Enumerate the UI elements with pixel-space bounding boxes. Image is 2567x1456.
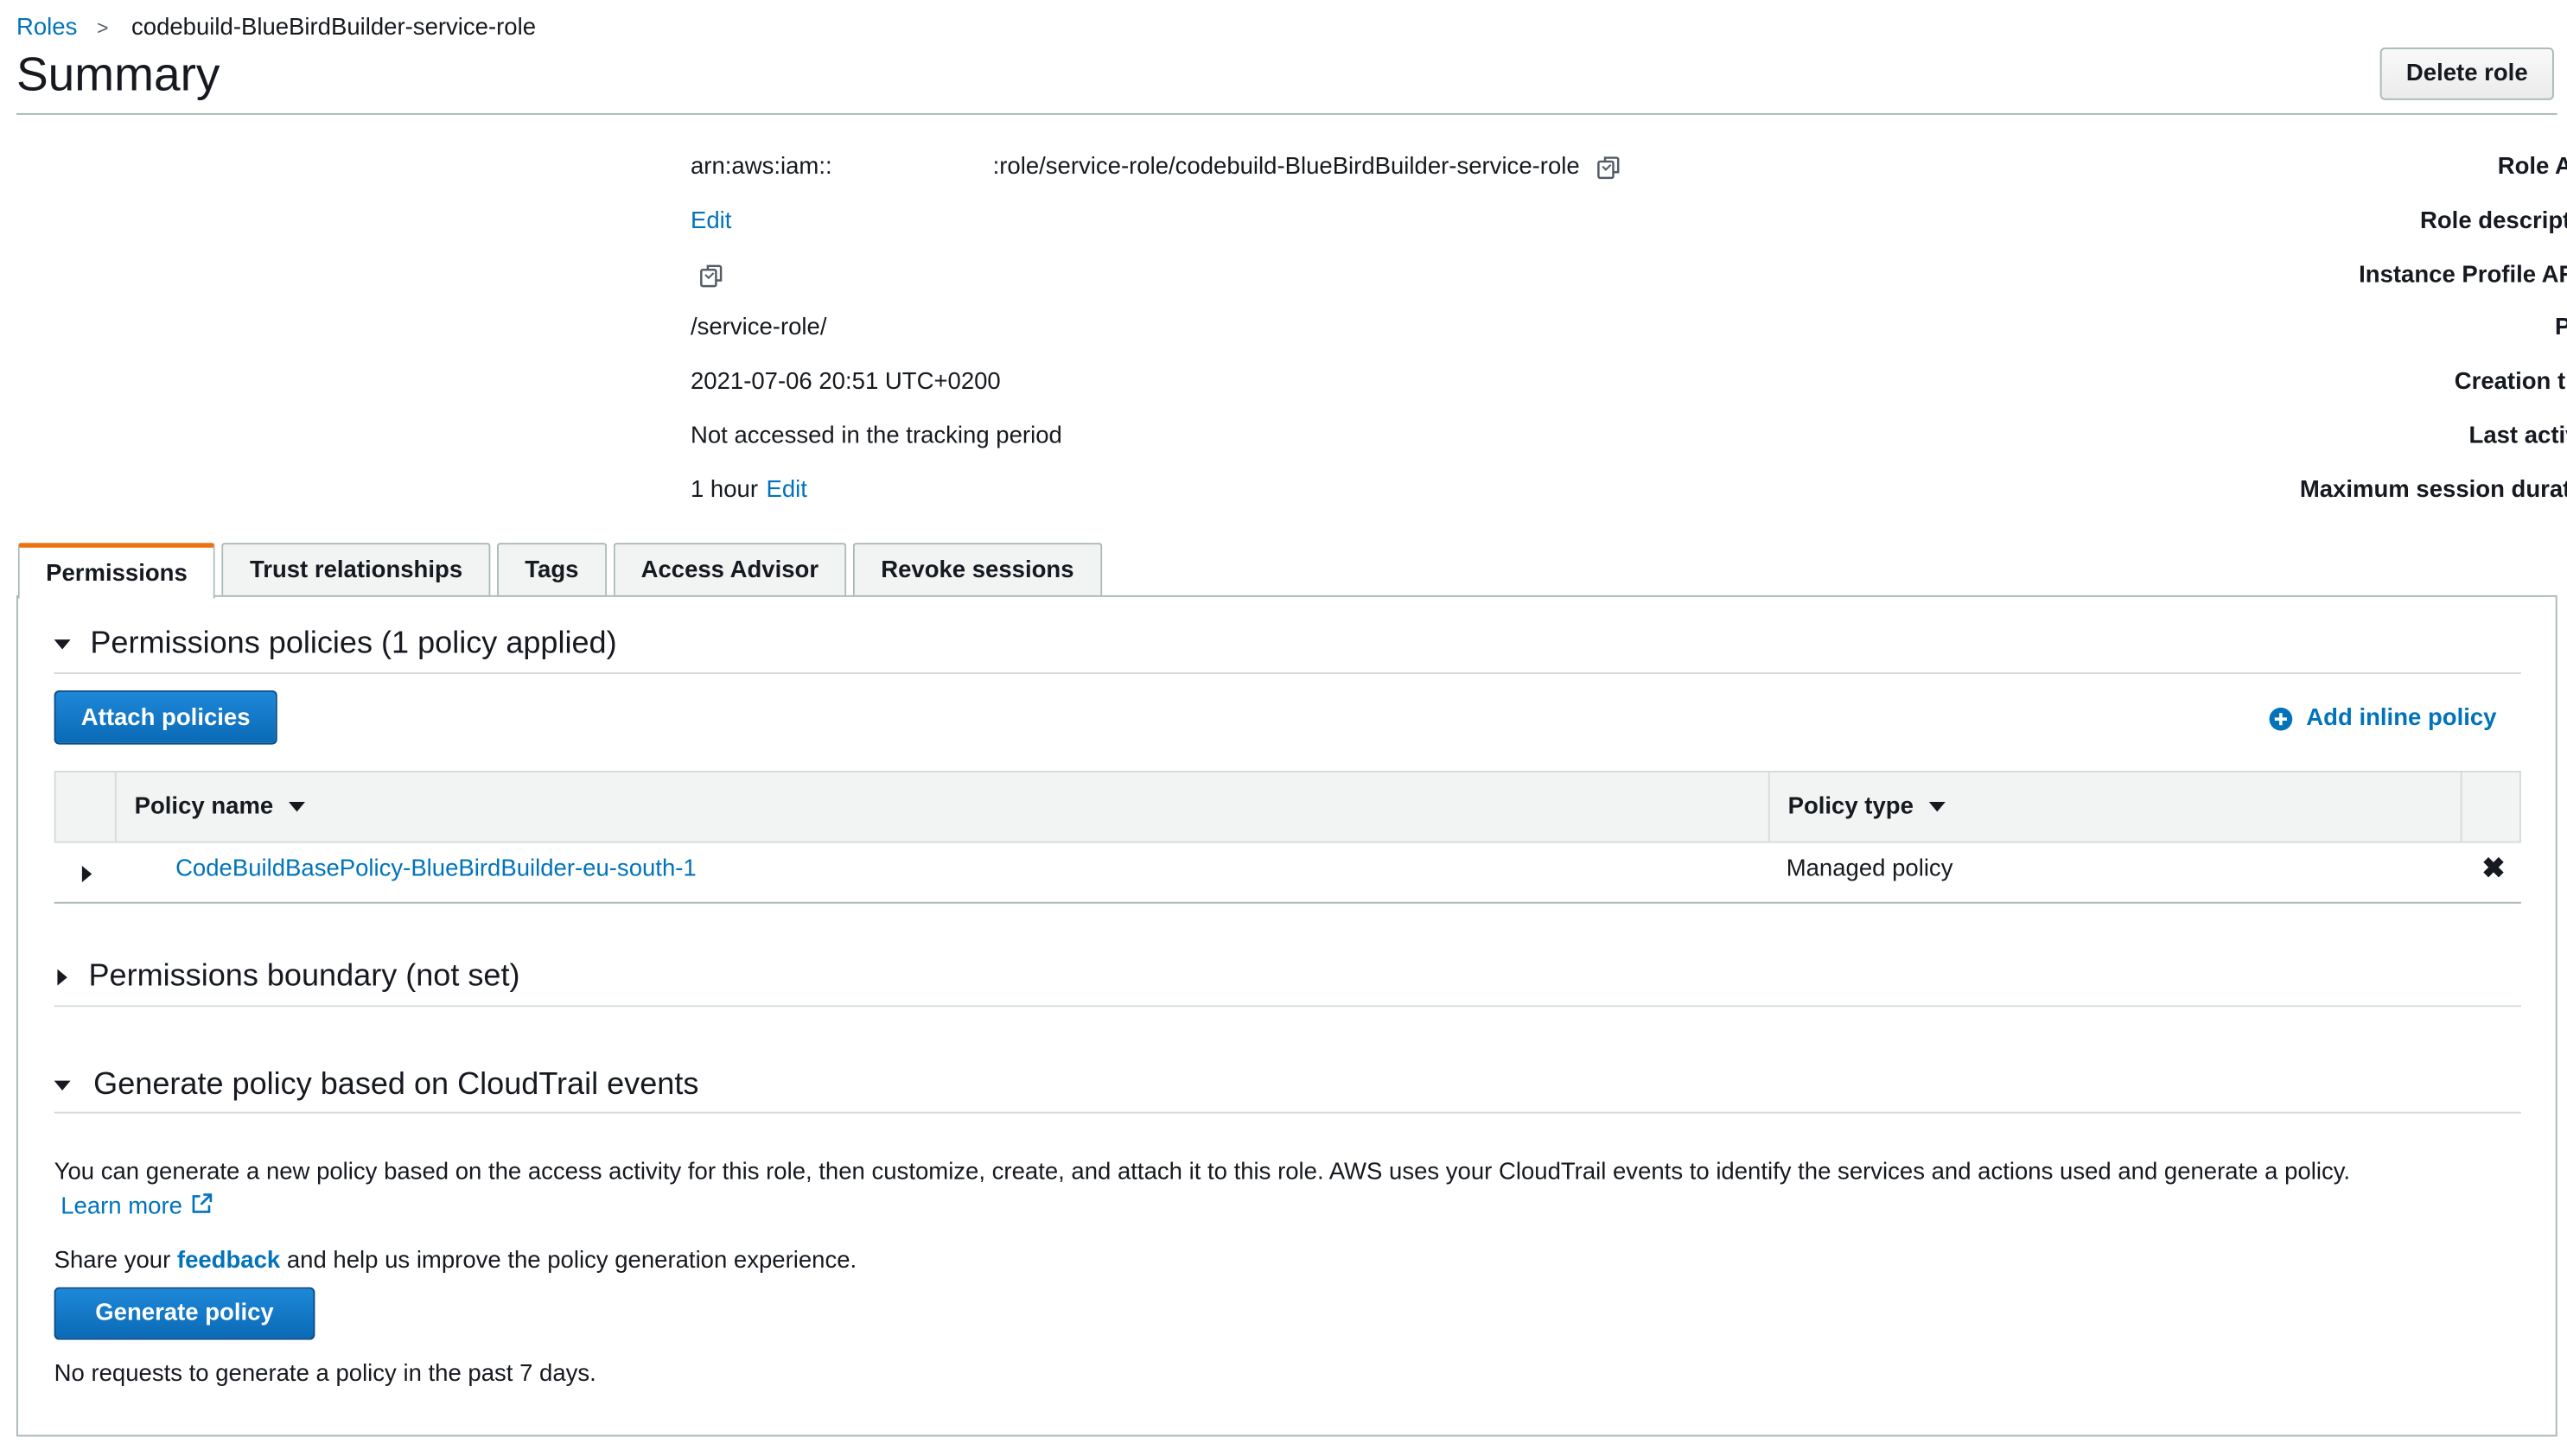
plus-circle-icon <box>2269 706 2293 730</box>
role-arn-suffix: :role/service-role/codebuild-BlueBirdBui… <box>992 154 1580 181</box>
role-tabs: Permissions Trust relationships Tags Acc… <box>17 543 1109 599</box>
table-row: CodeBuildBasePolicy-BlueBirdBuilder-eu-s… <box>54 842 2521 904</box>
close-icon[interactable]: ✖ <box>2481 853 2505 886</box>
role-arn-value: arn:aws:iam:: :role/service-role/codebui… <box>690 154 1622 181</box>
tab-trust-relationships[interactable]: Trust relationships <box>221 543 491 595</box>
policy-name-link[interactable]: CodeBuildBasePolicy-BlueBirdBuilder-eu-s… <box>175 856 697 882</box>
instance-profile-value <box>691 263 725 289</box>
tab-tags[interactable]: Tags <box>497 543 607 595</box>
caret-right-icon[interactable] <box>81 866 92 883</box>
add-inline-policy-link[interactable]: Add inline policy <box>2269 705 2497 732</box>
caret-down-icon <box>54 1080 71 1091</box>
generate-policy-text: You can generate a new policy based on t… <box>54 1159 2351 1186</box>
feedback-link[interactable]: feedback <box>177 1248 280 1274</box>
role-arn-label: Role ARN <box>2497 154 2567 181</box>
permissions-policies-header[interactable]: Permissions policies (1 policy applied) <box>54 626 617 663</box>
policies-table: Policy name Policy type CodeBuildBasePol… <box>54 770 2521 904</box>
actions-column-header <box>2462 773 2519 842</box>
max-session-duration: 1 hour <box>690 477 759 504</box>
policy-name-column-header[interactable]: Policy name <box>117 772 1770 842</box>
max-session-value: 1 hour Edit <box>691 477 807 503</box>
attach-policies-button[interactable]: Attach policies <box>54 690 277 745</box>
role-description-value: Edit <box>691 208 731 234</box>
title-divider <box>16 112 2557 115</box>
path-value: /service-role/ <box>690 315 827 341</box>
learn-more-link[interactable]: Learn more <box>61 1192 213 1220</box>
sort-caret-down-icon <box>288 802 305 812</box>
external-link-icon <box>190 1192 213 1216</box>
max-session-row: Maximum session duration 1 hour Edit <box>0 477 2567 517</box>
delete-role-button[interactable]: Delete role <box>2379 48 2554 100</box>
policy-name-header-label: Policy name <box>134 793 274 820</box>
last-activity-value: Not accessed in the tracking period <box>690 423 1062 449</box>
tab-revoke-sessions[interactable]: Revoke sessions <box>852 543 1102 595</box>
role-description-edit-link[interactable]: Edit <box>691 208 731 234</box>
role-arn-prefix: arn:aws:iam:: <box>690 154 832 181</box>
breadcrumb-roles-link[interactable]: Roles <box>16 15 77 41</box>
table-header: Policy name Policy type <box>54 770 2521 843</box>
role-description-label: Role description <box>2419 208 2567 235</box>
instance-profile-label: Instance Profile ARNs <box>2359 262 2567 289</box>
learn-more-label: Learn more <box>61 1193 182 1220</box>
copy-icon[interactable] <box>698 263 724 289</box>
last-activity-row: Last activity Not accessed in the tracki… <box>0 423 2567 463</box>
generate-policy-description: You can generate a new policy based on t… <box>54 1156 2384 1225</box>
add-inline-policy-label: Add inline policy <box>2306 705 2497 732</box>
permissions-policies-title: Permissions policies (1 policy applied) <box>90 626 617 661</box>
breadcrumb-current: codebuild-BlueBirdBuilder-service-role <box>131 15 537 41</box>
iam-role-page: Roles > codebuild-BlueBirdBuilder-servic… <box>0 0 2567 1456</box>
sort-caret-down-icon <box>1927 802 1945 812</box>
creation-time-row: Creation time 2021-07-06 20:51 UTC+0200 <box>0 369 2567 409</box>
tab-access-advisor[interactable]: Access Advisor <box>613 543 847 595</box>
feedback-prefix: Share your <box>54 1248 171 1275</box>
no-requests-text: No requests to generate a policy in the … <box>54 1361 596 1388</box>
permissions-boundary-title: Permissions boundary (not set) <box>88 959 520 995</box>
policy-type-column-header[interactable]: Policy type <box>1770 772 2462 842</box>
path-row: Path /service-role/ <box>0 315 2567 354</box>
role-description-row: Role description Edit <box>0 208 2567 248</box>
expand-column-header <box>56 772 117 842</box>
creation-time-value: 2021-07-06 20:51 UTC+0200 <box>690 369 1001 396</box>
generate-policy-button[interactable]: Generate policy <box>54 1287 315 1340</box>
policy-type-value: Managed policy <box>1786 855 1953 883</box>
permissions-panel: Permissions policies (1 policy applied) … <box>16 594 2557 1437</box>
breadcrumb-separator: > <box>97 16 109 40</box>
feedback-line: Share your feedback and help us improve … <box>54 1244 857 1279</box>
feedback-suffix: and help us improve the policy generatio… <box>286 1248 857 1275</box>
copy-icon[interactable] <box>1596 154 1622 180</box>
caret-down-icon <box>54 639 71 650</box>
section-divider <box>54 1111 2521 1114</box>
policy-type-header-label: Policy type <box>1787 793 1914 820</box>
section-divider <box>54 1005 2521 1008</box>
breadcrumb: Roles > codebuild-BlueBirdBuilder-servic… <box>16 15 536 41</box>
max-session-edit-link[interactable]: Edit <box>767 477 807 503</box>
generate-policy-header[interactable]: Generate policy based on CloudTrail even… <box>54 1067 699 1103</box>
instance-profile-row: Instance Profile ARNs <box>0 263 2567 302</box>
permissions-boundary-header[interactable]: Permissions boundary (not set) <box>54 959 520 995</box>
generate-policy-title: Generate policy based on CloudTrail even… <box>93 1067 699 1103</box>
tab-permissions[interactable]: Permissions <box>17 543 216 599</box>
creation-time-label: Creation time <box>2454 369 2567 396</box>
page-title: Summary <box>16 48 220 102</box>
role-arn-row: Role ARN arn:aws:iam:: :role/service-rol… <box>0 154 2567 194</box>
last-activity-label: Last activity <box>2468 423 2567 449</box>
max-session-label: Maximum session duration <box>2299 477 2567 504</box>
caret-right-icon <box>57 969 67 986</box>
path-label: Path <box>1950 315 2567 340</box>
section-divider <box>54 672 2521 674</box>
